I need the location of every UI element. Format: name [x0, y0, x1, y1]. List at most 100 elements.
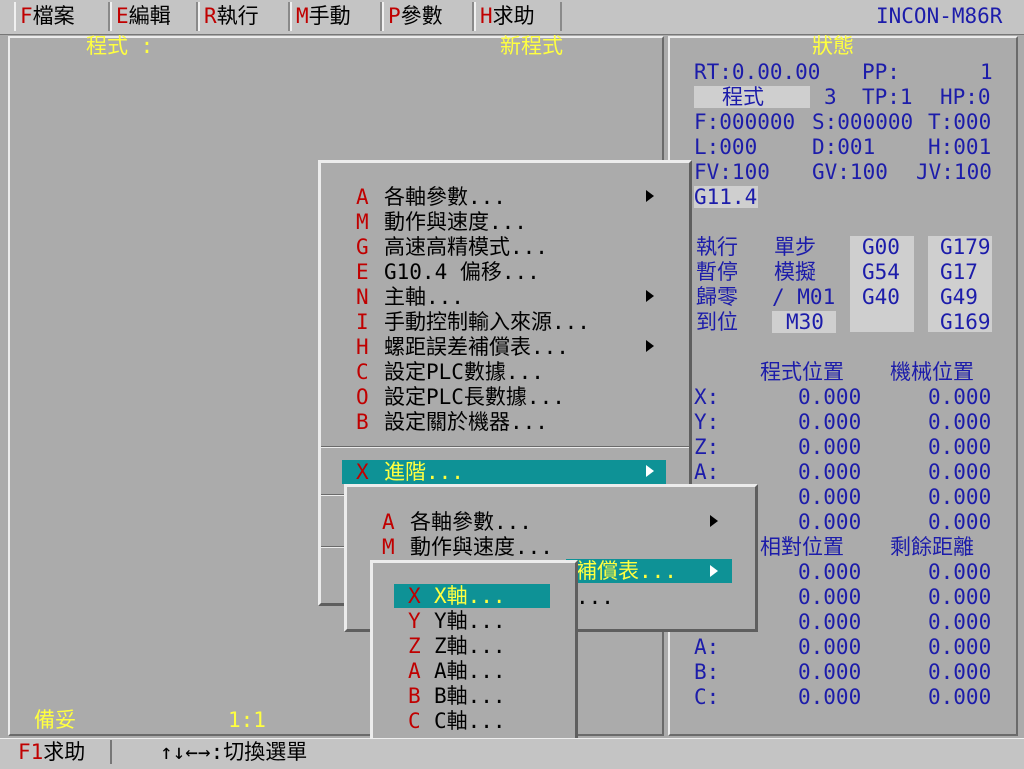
remaining-value: 0.000: [928, 585, 992, 609]
mode-number: 3: [824, 85, 837, 109]
new-program-label: 新程式: [500, 34, 563, 58]
menu-hotkey: B: [408, 684, 421, 708]
machine-pos-value: 0.000: [928, 485, 992, 509]
axis-label: Z:: [694, 435, 720, 459]
mode-m30: M30: [786, 310, 824, 334]
menu-hotkey: O: [356, 385, 369, 409]
axis-label: B:: [694, 660, 720, 684]
tp-value: TP:1: [862, 85, 913, 109]
g114-label: G11.4: [694, 185, 758, 209]
mode-run: 執行: [696, 235, 738, 259]
menu-item-about-machine[interactable]: 設定關於機器...: [384, 410, 548, 435]
menu-manual[interactable]: M手動: [290, 2, 382, 31]
menu-hotkey: A: [382, 510, 395, 534]
submenu-arrow-icon: [710, 515, 718, 527]
status-title: 狀態: [812, 34, 854, 58]
menu-item-pitch-error-table[interactable]: 螺距誤差補償表...: [384, 335, 569, 360]
gcode-g169: G169: [940, 310, 991, 334]
pp-value: 1: [980, 60, 993, 84]
header-relative-position: 相對位置: [760, 535, 844, 559]
menu-item-advanced[interactable]: 進階...: [384, 460, 464, 485]
relative-pos-value: 0.000: [798, 585, 862, 609]
menu-item-y-axis[interactable]: Y軸...: [434, 609, 506, 634]
axis-label: A:: [694, 635, 720, 659]
status-divider: [110, 740, 112, 764]
submenu-arrow-icon: [646, 190, 654, 202]
feed-value: F:000000: [694, 110, 796, 134]
menu-item-motion-speed[interactable]: 動作與速度...: [384, 210, 527, 235]
gcode-g17: G17: [940, 260, 978, 284]
remaining-value: 0.000: [928, 685, 992, 709]
menu-item-b-axis[interactable]: B軸...: [434, 684, 506, 709]
menu-hotkey: N: [356, 285, 369, 309]
axis-label: A:: [694, 460, 720, 484]
menu-item-x-axis[interactable]: X軸...: [434, 584, 506, 609]
menu-hotkey: C: [408, 709, 421, 733]
mode-single-step: 單步: [774, 235, 816, 259]
gcode-g49: G49: [940, 285, 978, 309]
d-value: D:001: [812, 135, 876, 159]
menu-item-partial[interactable]: ...: [576, 585, 614, 610]
h-value: H:001: [928, 135, 992, 159]
axis-label: X:: [694, 385, 720, 409]
l-value: L:000: [694, 135, 758, 159]
menu-item-axis-params[interactable]: 各軸參數...: [410, 510, 532, 535]
remaining-value: 0.000: [928, 660, 992, 684]
menu-hotkey: X: [356, 460, 369, 484]
help-key[interactable]: F1求助: [18, 740, 85, 765]
mode-m01: / M01: [772, 285, 836, 309]
remaining-value: 0.000: [928, 610, 992, 634]
machine-pos-value: 0.000: [928, 460, 992, 484]
menu-bar: F檔案 E編輯 R執行 M手動 P參數 H求助 INCON-M86R: [0, 0, 1024, 35]
mode-pause: 暫停: [696, 260, 738, 284]
pp-label: PP:: [862, 60, 900, 84]
menu-hotkey: A: [356, 185, 369, 209]
program-pos-value: 0.000: [798, 460, 862, 484]
menu-hotkey: Y: [408, 609, 421, 633]
gcode-g00: G00: [862, 235, 900, 259]
menu-item-compensation-table[interactable]: 補償表...: [576, 559, 677, 584]
submenu-arrow-icon: [646, 290, 654, 302]
rt-timer: RT:0.00.00: [694, 60, 821, 84]
menu-item-plc-data[interactable]: 設定PLC數據...: [384, 360, 544, 385]
menu-params[interactable]: P參數: [382, 2, 474, 31]
menu-item-a-axis[interactable]: A軸...: [434, 659, 506, 684]
program-pos-value: 0.000: [798, 435, 862, 459]
menu-item-plc-long-data[interactable]: 設定PLC長數據...: [384, 385, 565, 410]
mode-simulate: 模擬: [774, 260, 816, 284]
spindle-value: S:000000: [812, 110, 914, 134]
fv-value: FV:100: [694, 160, 770, 184]
menu-item-axis-params[interactable]: 各軸參數...: [384, 185, 506, 210]
menu-help[interactable]: H求助: [474, 2, 562, 31]
program-pos-value: 0.000: [798, 410, 862, 434]
menu-item-high-speed-mode[interactable]: 高速高精模式...: [384, 235, 548, 260]
menu-item-motion-speed[interactable]: 動作與速度...: [410, 535, 553, 560]
relative-pos-value: 0.000: [798, 560, 862, 584]
menu-item-spindle[interactable]: 主軸...: [384, 285, 464, 310]
relative-pos-value: 0.000: [798, 685, 862, 709]
nav-hint: ↑↓←→:切換選單: [160, 740, 308, 764]
menu-item-manual-input-source[interactable]: 手動控制輸入來源...: [384, 310, 590, 335]
menu-run[interactable]: R執行: [198, 2, 290, 31]
gcode-g179: G179: [940, 235, 991, 259]
menu-item-z-axis[interactable]: Z軸...: [434, 634, 506, 659]
menu-item-g104-offset[interactable]: G10.4 偏移...: [384, 260, 540, 285]
menu-item-c-axis[interactable]: C軸...: [434, 709, 506, 734]
menu-hotkey: C: [356, 360, 369, 384]
tool-value: T:000: [928, 110, 992, 134]
axis-label: Y:: [694, 410, 720, 434]
submenu-arrow-icon: [646, 340, 654, 352]
relative-pos-value: 0.000: [798, 610, 862, 634]
header-remaining-distance: 剩餘距離: [890, 535, 974, 559]
menu-edit[interactable]: E編輯: [110, 2, 198, 31]
menu-hotkey: E: [356, 260, 369, 284]
submenu-arrow-icon: [646, 465, 654, 477]
zoom-ratio: 1:1: [228, 708, 266, 732]
menu-file[interactable]: F檔案: [14, 2, 110, 31]
machine-pos-value: 0.000: [928, 410, 992, 434]
program-pos-value: 0.000: [798, 485, 862, 509]
mode-label: 程式: [722, 85, 764, 109]
remaining-value: 0.000: [928, 560, 992, 584]
menu-separator: [321, 494, 345, 496]
ready-status: 備妥: [34, 708, 76, 732]
